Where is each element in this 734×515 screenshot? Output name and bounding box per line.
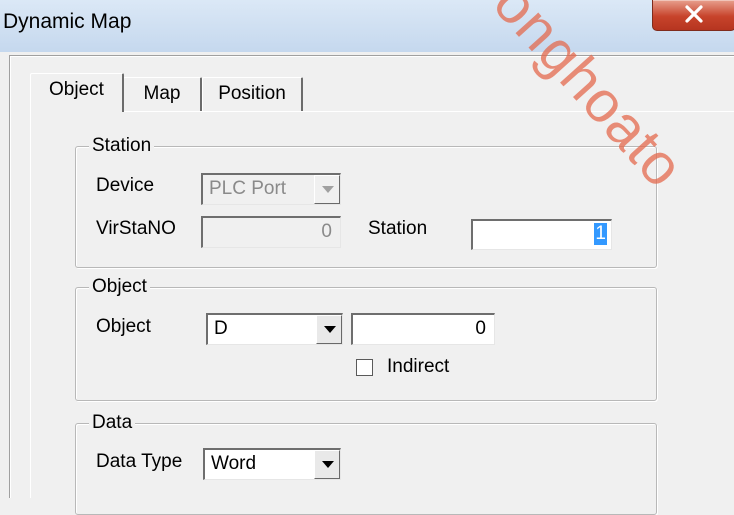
chevron-down-icon (324, 326, 336, 333)
window-title: Dynamic Map (3, 10, 132, 33)
object-type-dropdown-button[interactable] (316, 315, 342, 344)
data-group-legend: Data (89, 413, 136, 433)
device-dropdown-button (314, 175, 340, 204)
data-type-value: Word (211, 453, 257, 474)
chevron-down-icon (322, 186, 334, 193)
device-label: Device (96, 175, 155, 196)
data-type-label: Data Type (96, 451, 183, 472)
station-group-legend: Station (89, 136, 155, 156)
title-bar: Dynamic Map (0, 0, 734, 52)
object-type-combo[interactable]: D (206, 313, 343, 345)
close-icon (685, 5, 703, 23)
object-address-input[interactable]: 0 (351, 313, 495, 345)
indirect-checkbox[interactable] (356, 359, 373, 376)
station-label: Station (368, 218, 428, 239)
station-input-value: 1 (594, 223, 607, 245)
station-input[interactable]: 1 (471, 219, 612, 250)
tab-position[interactable]: Position (202, 77, 303, 112)
object-type-value: D (214, 318, 228, 339)
device-combo-value: PLC Port (209, 178, 287, 199)
data-type-combo[interactable]: Word (203, 448, 341, 480)
virstano-field: 0 (201, 216, 341, 248)
device-combo: PLC Port (201, 173, 341, 205)
object-label: Object (96, 316, 151, 337)
tab-map[interactable]: Map (123, 77, 202, 112)
object-address-value: 0 (475, 318, 486, 339)
virstano-label: VirStaNO (96, 218, 176, 239)
close-button[interactable] (652, 0, 734, 31)
indirect-label: Indirect (387, 356, 450, 377)
object-group-legend: Object (89, 277, 150, 297)
data-type-dropdown-button[interactable] (314, 450, 340, 479)
tab-object[interactable]: Object (30, 73, 124, 112)
chevron-down-icon (322, 461, 334, 468)
virstano-value: 0 (321, 221, 332, 242)
